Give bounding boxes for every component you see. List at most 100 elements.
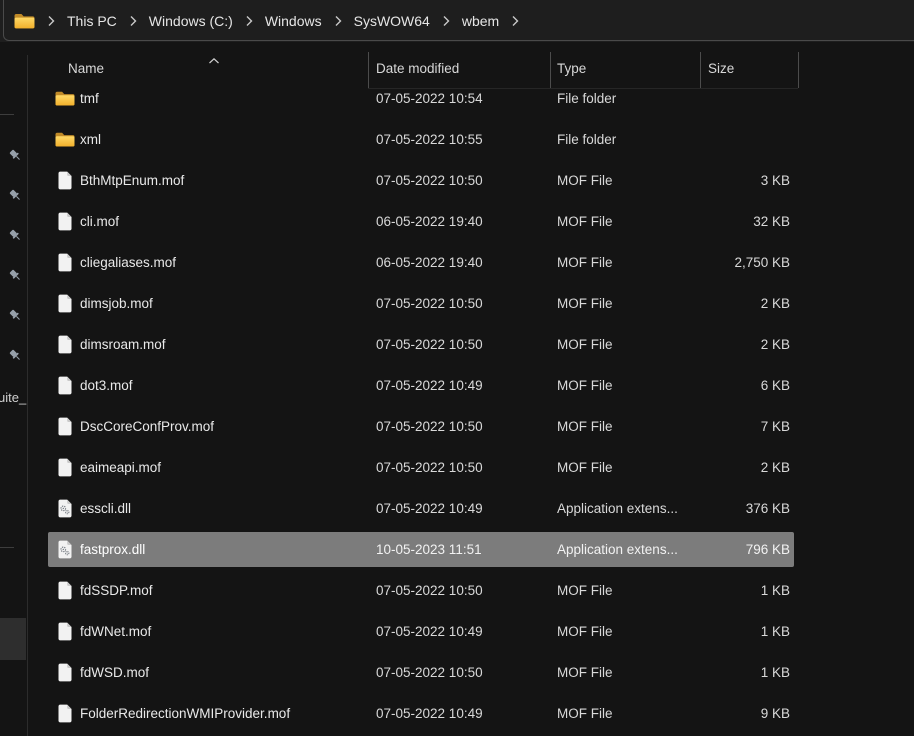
file-row[interactable]: fdWNet.mof07-05-2022 10:49MOF File1 KB: [28, 611, 914, 652]
breadcrumb-item[interactable]: SysWOW64: [354, 13, 430, 29]
file-row[interactable]: cli.mof06-05-2022 19:40MOF File32 KB: [28, 201, 914, 242]
file-name: fdWSD.mof: [80, 652, 149, 693]
file-name: dot3.mof: [80, 365, 133, 406]
breadcrumb-item[interactable]: This PC: [67, 13, 117, 29]
file-row[interactable]: eaimeapi.mof07-05-2022 10:50MOF File2 KB: [28, 447, 914, 488]
file-icon-wrap: [55, 458, 75, 478]
mof-file-icon: [57, 253, 73, 272]
file-row[interactable]: xml07-05-2022 10:55File folder: [28, 119, 914, 160]
file-row[interactable]: FolderRedirectionWMIProvider.mof 07-05-20…: [28, 693, 914, 734]
column-header-type[interactable]: Type: [557, 61, 586, 76]
file-date-modified: 07-05-2022 10:50: [376, 652, 483, 693]
column-header-name[interactable]: Name: [68, 61, 104, 76]
file-size: 1 KB: [761, 570, 790, 611]
chevron-right-icon[interactable]: [511, 15, 519, 27]
file-type: MOF File: [557, 447, 697, 488]
file-row[interactable]: cliegaliases.mof06-05-2022 19:40MOF File…: [28, 242, 914, 283]
file-name: fdWNet.mof: [80, 611, 151, 652]
file-icon-wrap: [55, 253, 75, 273]
file-date-modified: 07-05-2022 10:54: [376, 78, 483, 119]
file-row[interactable]: fdWSD.mof07-05-2022 10:50MOF File1 KB: [28, 652, 914, 693]
mof-file-icon: [57, 335, 73, 354]
file-row[interactable]: DscCoreConfProv.mof07-05-2022 10:50MOF F…: [28, 406, 914, 447]
file-name: xml: [80, 119, 101, 160]
file-row[interactable]: fdSSDP.mof07-05-2022 10:50MOF File1 KB: [28, 570, 914, 611]
file-row[interactable]: BthMtpEnum.mof07-05-2022 10:50MOF File3 …: [28, 160, 914, 201]
file-size: 376 KB: [746, 488, 790, 529]
file-row[interactable]: dimsroam.mof07-05-2022 10:50MOF File2 KB: [28, 324, 914, 365]
file-name: FolderRedirectionWMIProvider.mof: [80, 693, 290, 734]
sidebar-pinned-item[interactable]: [8, 148, 24, 164]
file-icon-wrap: [55, 171, 75, 191]
file-date-modified: 07-05-2022 10:49: [376, 488, 483, 529]
sidebar-pinned-item[interactable]: [8, 348, 24, 364]
file-type: MOF File: [557, 324, 697, 365]
file-date-modified: 07-05-2022 10:50: [376, 406, 483, 447]
file-type: MOF File: [557, 570, 697, 611]
dll-file-icon: [57, 540, 73, 559]
file-name: eaimeapi.mof: [80, 447, 161, 488]
sidebar-item-label[interactable]: uite_: [0, 390, 26, 405]
pin-icon: [8, 188, 23, 203]
file-date-modified: 07-05-2022 10:50: [376, 570, 483, 611]
file-row[interactable]: tmf07-05-2022 10:54File folder: [28, 78, 914, 119]
file-icon-wrap: [55, 376, 75, 396]
pin-icon: [8, 148, 23, 163]
sidebar-pinned-item[interactable]: [8, 308, 24, 324]
sidebar-pinned-item[interactable]: [8, 268, 24, 284]
chevron-right-icon[interactable]: [47, 15, 55, 27]
file-row[interactable]: esscli.dll07-05-2022 10:49Application ex…: [28, 488, 914, 529]
file-icon-wrap: [55, 704, 75, 724]
chevron-right-icon[interactable]: [245, 15, 253, 27]
file-type: MOF File: [557, 652, 697, 693]
file-date-modified: 07-05-2022 10:49: [376, 611, 483, 652]
chevron-right-icon[interactable]: [442, 15, 450, 27]
mof-file-icon: [57, 458, 73, 477]
column-header-date-modified[interactable]: Date modified: [376, 61, 459, 76]
file-size: 7 KB: [761, 406, 790, 447]
mof-file-icon: [57, 376, 73, 395]
file-icon-wrap: [55, 622, 75, 642]
folder-icon: [14, 13, 35, 30]
file-date-modified: 07-05-2022 10:50: [376, 160, 483, 201]
file-date-modified: 07-05-2022 10:49: [376, 693, 483, 734]
nav-section-divider: [0, 547, 14, 548]
file-size: 1 KB: [761, 611, 790, 652]
address-bar: This PC Windows (C:) Windows SysWOW64 wbem: [0, 0, 914, 42]
breadcrumb-item[interactable]: wbem: [462, 13, 499, 29]
file-name: dimsroam.mof: [80, 324, 166, 365]
chevron-right-icon[interactable]: [334, 15, 342, 27]
mof-file-icon: [57, 171, 73, 190]
file-row[interactable]: fastprox.dll10-05-2023 11:51Application …: [28, 529, 914, 570]
file-size: 32 KB: [753, 201, 790, 242]
file-size: 2 KB: [761, 283, 790, 324]
sidebar-pinned-item[interactable]: [8, 188, 24, 204]
pin-icon: [8, 308, 23, 323]
mof-file-icon: [57, 212, 73, 231]
file-name: cli.mof: [80, 201, 119, 242]
breadcrumb-item[interactable]: Windows: [265, 13, 322, 29]
file-icon-wrap: [55, 540, 75, 560]
file-type: MOF File: [557, 406, 697, 447]
file-size: 2 KB: [761, 447, 790, 488]
sidebar-selected-item[interactable]: [0, 618, 26, 660]
chevron-right-icon[interactable]: [129, 15, 137, 27]
breadcrumb-item[interactable]: Windows (C:): [149, 13, 233, 29]
file-name: cliegaliases.mof: [80, 242, 176, 283]
file-type: MOF File: [557, 242, 697, 283]
file-type: MOF File: [557, 693, 697, 734]
dll-file-icon: [57, 499, 73, 518]
file-size: 6 KB: [761, 365, 790, 406]
file-list: tmf07-05-2022 10:54File folderxml07-05-2…: [28, 78, 914, 734]
file-icon-wrap: [55, 294, 75, 314]
file-row[interactable]: dot3.mof07-05-2022 10:49MOF File6 KB: [28, 365, 914, 406]
breadcrumb: This PC Windows (C:) Windows SysWOW64 wbem: [14, 0, 519, 42]
file-name: tmf: [80, 78, 99, 119]
sidebar-pinned-item[interactable]: [8, 228, 24, 244]
column-header-size[interactable]: Size: [708, 61, 734, 76]
navigation-pane: uite_: [0, 42, 28, 736]
file-row[interactable]: dimsjob.mof07-05-2022 10:50MOF File2 KB: [28, 283, 914, 324]
file-name: fastprox.dll: [80, 529, 145, 570]
pin-icon: [8, 268, 23, 283]
nav-section-divider: [0, 114, 14, 115]
